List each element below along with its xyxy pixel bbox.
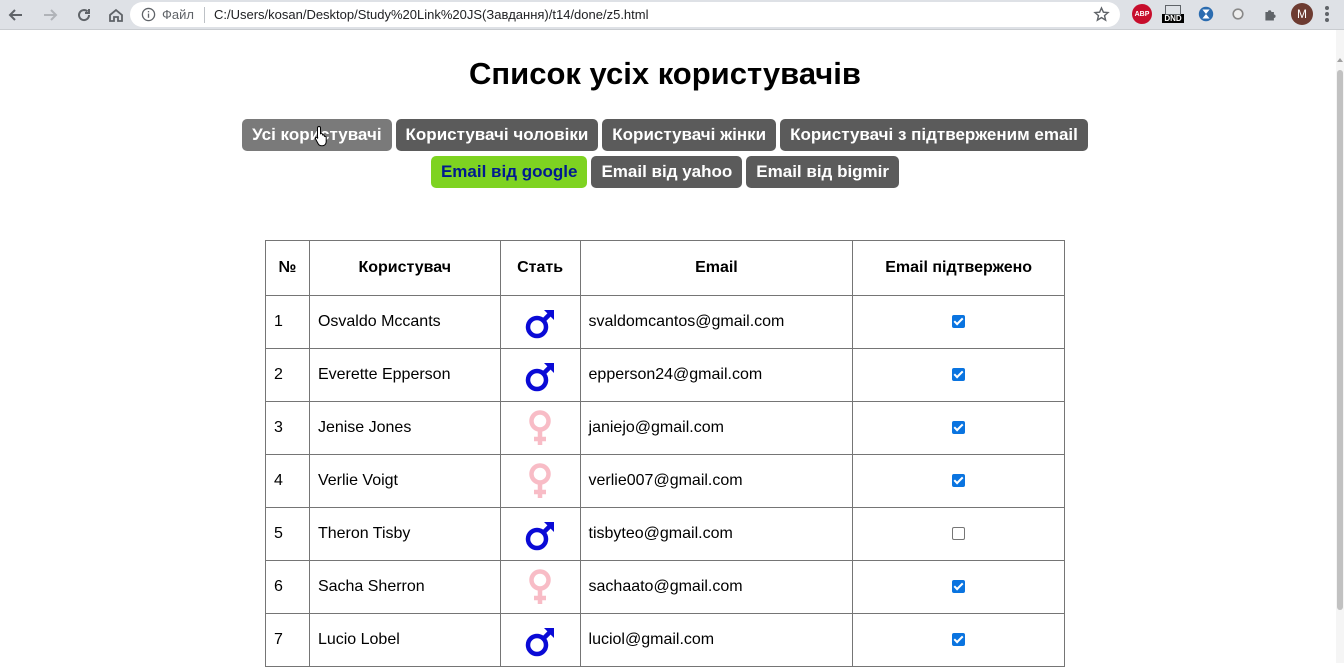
email-confirmed-cell bbox=[852, 613, 1065, 667]
circle-extension-icon[interactable] bbox=[1228, 4, 1248, 24]
user-name: Theron Tisby bbox=[308, 507, 501, 561]
home-icon[interactable] bbox=[104, 3, 128, 27]
sex-cell bbox=[499, 401, 581, 455]
scroll-up-arrow-icon[interactable] bbox=[1337, 58, 1343, 62]
email-confirmed-cell bbox=[852, 295, 1065, 349]
back-arrow-icon[interactable] bbox=[4, 3, 28, 27]
user-name: Verlie Voigt bbox=[308, 454, 501, 508]
user-email: epperson24@gmail.com bbox=[579, 348, 854, 402]
user-email: tisbyteo@gmail.com bbox=[579, 507, 854, 561]
filter-buttons-row-2: Email від google Email від yahoo Email в… bbox=[0, 156, 1330, 188]
header-sex: Стать bbox=[499, 240, 581, 296]
female-icon bbox=[529, 463, 551, 498]
users-table: № Користувач Стать Email Email підтверже… bbox=[265, 240, 1065, 667]
email-confirmed-cell bbox=[852, 454, 1065, 508]
header-email: Email bbox=[579, 240, 854, 296]
row-number: 5 bbox=[265, 507, 310, 561]
user-name: Lucio Lobel bbox=[308, 613, 501, 667]
extensions-puzzle-icon[interactable] bbox=[1260, 4, 1280, 24]
female-icon bbox=[529, 569, 551, 604]
user-email: verlie007@gmail.com bbox=[579, 454, 854, 508]
user-email: luciol@gmail.com bbox=[579, 613, 854, 667]
male-icon bbox=[525, 522, 555, 551]
adblock-extension-icon[interactable]: ABP bbox=[1132, 4, 1152, 24]
row-number: 7 bbox=[265, 613, 310, 667]
envelope-icon bbox=[1165, 5, 1181, 15]
filter-bigmir-email-button[interactable]: Email від bigmir bbox=[746, 156, 900, 188]
email-confirmed-cell bbox=[852, 560, 1065, 614]
sex-cell bbox=[499, 454, 581, 508]
page-scrollbar[interactable] bbox=[1336, 30, 1344, 663]
email-confirmed-cell bbox=[852, 401, 1065, 455]
email-confirmed-cell bbox=[852, 507, 1065, 561]
email-confirmed-checkbox[interactable] bbox=[952, 633, 966, 647]
hourglass-extension-icon[interactable] bbox=[1196, 4, 1216, 24]
filter-female-users-button[interactable]: Користувачі жінки bbox=[602, 119, 777, 151]
user-email: janiejo@gmail.com bbox=[579, 401, 854, 455]
email-confirmed-checkbox[interactable] bbox=[952, 315, 966, 329]
browser-menu-icon[interactable] bbox=[1325, 6, 1329, 22]
sex-cell bbox=[499, 613, 581, 667]
male-icon bbox=[525, 310, 555, 339]
email-confirmed-cell bbox=[852, 348, 1065, 402]
filter-all-users-button[interactable]: Усі користувачі bbox=[242, 119, 392, 151]
user-name: Sacha Sherron bbox=[308, 560, 501, 614]
table-row: 3 Jenise Jones janiejo@gmail.com bbox=[265, 401, 1065, 455]
male-icon bbox=[525, 363, 555, 392]
bookmark-star-icon[interactable] bbox=[1093, 6, 1110, 23]
user-name: Everette Epperson bbox=[308, 348, 501, 402]
scrollbar-thumb[interactable] bbox=[1337, 70, 1343, 610]
filter-male-users-button[interactable]: Користувачі чоловіки bbox=[395, 119, 599, 151]
row-number: 6 bbox=[265, 560, 310, 614]
sex-cell bbox=[499, 560, 581, 614]
sex-cell bbox=[499, 507, 581, 561]
dnd-extension-icon[interactable]: DND bbox=[1160, 4, 1186, 24]
user-name: Jenise Jones bbox=[308, 401, 501, 455]
filter-google-email-button[interactable]: Email від google bbox=[430, 156, 588, 188]
row-number: 2 bbox=[265, 348, 310, 402]
dnd-label: DND bbox=[1162, 14, 1184, 23]
table-row: 5 Theron Tisby tisbyteo@gmail.com bbox=[265, 507, 1065, 561]
reload-icon[interactable] bbox=[72, 3, 96, 27]
table-header-row: № Користувач Стать Email Email підтверже… bbox=[265, 240, 1065, 296]
male-icon bbox=[525, 628, 555, 657]
row-number: 1 bbox=[265, 295, 310, 349]
table-row: 6 Sacha Sherron sachaato@gmail.com bbox=[265, 560, 1065, 614]
forward-arrow-icon[interactable] bbox=[38, 3, 62, 27]
table-row: 4 Verlie Voigt verlie007@gmail.com bbox=[265, 454, 1065, 508]
table-row: 2 Everette Epperson epperson24@gmail.com bbox=[265, 348, 1065, 402]
email-confirmed-checkbox[interactable] bbox=[952, 368, 966, 382]
email-confirmed-checkbox[interactable] bbox=[952, 474, 966, 488]
header-user: Користувач bbox=[308, 240, 501, 296]
page-title: Список усіх користувачів bbox=[469, 56, 861, 91]
sex-cell bbox=[499, 295, 581, 349]
filter-confirmed-email-button[interactable]: Користувачі з підтверженим email bbox=[780, 119, 1088, 151]
user-email: svaldomcantos@gmail.com bbox=[579, 295, 854, 349]
profile-avatar[interactable]: M bbox=[1291, 3, 1313, 25]
filter-yahoo-email-button[interactable]: Email від yahoo bbox=[591, 156, 743, 188]
filter-buttons-row-1: Усі користувачі Користувачі чоловіки Кор… bbox=[0, 119, 1330, 151]
info-icon[interactable] bbox=[140, 7, 156, 23]
female-icon bbox=[529, 410, 551, 445]
table-row: 1 Osvaldo Mccants svaldomcantos@gmail.com bbox=[265, 295, 1065, 349]
omnibox-divider bbox=[203, 6, 205, 23]
email-confirmed-checkbox[interactable] bbox=[952, 580, 966, 594]
email-confirmed-checkbox[interactable] bbox=[952, 527, 966, 541]
header-number: № bbox=[265, 240, 310, 296]
sex-cell bbox=[499, 348, 581, 402]
header-email-confirmed: Email підтвержено bbox=[852, 240, 1065, 296]
address-bar[interactable]: Файл C:/Users/kosan/Desktop/Study%20Link… bbox=[130, 2, 1120, 27]
browser-toolbar: Файл C:/Users/kosan/Desktop/Study%20Link… bbox=[0, 0, 1344, 30]
email-confirmed-checkbox[interactable] bbox=[952, 421, 966, 435]
url-text[interactable]: C:/Users/kosan/Desktop/Study%20Link%20JS… bbox=[214, 7, 649, 22]
omnibox-label: Файл bbox=[162, 7, 194, 22]
row-number: 4 bbox=[265, 454, 310, 508]
user-email: sachaato@gmail.com bbox=[579, 560, 854, 614]
row-number: 3 bbox=[265, 401, 310, 455]
user-name: Osvaldo Mccants bbox=[308, 295, 501, 349]
table-row: 7 Lucio Lobel luciol@gmail.com bbox=[265, 613, 1065, 667]
